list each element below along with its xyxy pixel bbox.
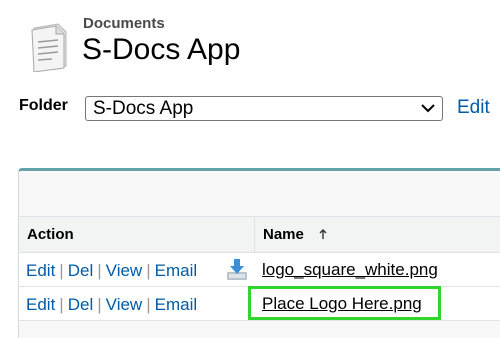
folder-edit-link[interactable]: Edit	[457, 97, 490, 119]
folder-label: Folder	[19, 97, 68, 114]
download-icon[interactable]	[225, 257, 249, 281]
table-row: Edit | Del | View | Email logo_square_white.pn…	[19, 253, 500, 287]
email-link[interactable]: Email	[155, 295, 198, 314]
folder-select[interactable]: S-Docs App	[85, 96, 443, 121]
sort-ascending-icon[interactable]	[319, 229, 327, 239]
view-link[interactable]: View	[106, 295, 143, 314]
object-type-label: Documents	[83, 15, 165, 32]
column-header-name-label[interactable]: Name	[263, 226, 304, 243]
view-link[interactable]: View	[106, 261, 143, 280]
column-header-action-label: Action	[27, 226, 74, 243]
column-header-name[interactable]: Name	[255, 216, 500, 253]
highlight-box	[248, 286, 441, 320]
email-link[interactable]: Email	[155, 261, 198, 280]
document-name-link[interactable]: logo_square_white.png	[262, 260, 438, 280]
del-link[interactable]: Del	[68, 295, 94, 314]
del-link[interactable]: Del	[68, 261, 94, 280]
chevron-down-icon	[421, 104, 435, 113]
folder-select-value: S-Docs App	[93, 98, 194, 119]
page-title: S-Docs App	[82, 33, 241, 66]
column-header-action: Action	[19, 216, 255, 253]
edit-link[interactable]: Edit	[26, 295, 55, 314]
document-icon	[31, 23, 67, 72]
row-actions: Edit | Del | View | Email	[26, 261, 198, 280]
edit-link[interactable]: Edit	[26, 261, 55, 280]
row-actions: Edit | Del | View | Email	[26, 295, 198, 314]
